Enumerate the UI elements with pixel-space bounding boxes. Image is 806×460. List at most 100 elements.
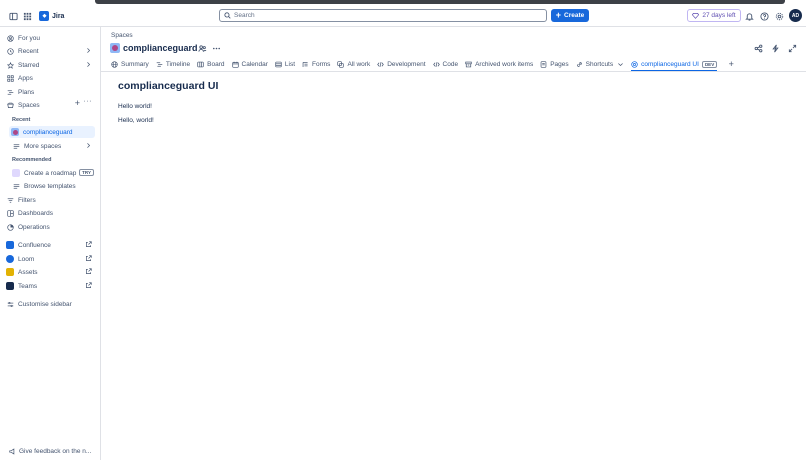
sidebar-space-complianceguard[interactable]: complianceguard <box>9 126 95 138</box>
sidebar-section-recent: Recent <box>12 117 31 123</box>
external-link-icon <box>86 268 92 274</box>
calendar-icon <box>231 61 239 68</box>
tab-board[interactable]: Board <box>197 57 225 71</box>
plus-icon: + <box>555 10 562 20</box>
tab-pages[interactable]: Pages <box>540 57 569 71</box>
sidebar-toggle-icon[interactable] <box>7 10 19 22</box>
tab-label: Shortcuts <box>585 60 614 68</box>
give-feedback-button[interactable]: Give feedback on the n... <box>9 445 97 457</box>
tab-shortcuts[interactable]: Shortcuts <box>576 57 624 71</box>
user-circle-icon <box>6 34 14 42</box>
sidebar-item-label: Spaces <box>18 101 40 109</box>
tab-complianceguard-ui[interactable]: complianceguard UI DEV <box>631 57 718 72</box>
tab-label: complianceguard UI <box>641 60 699 68</box>
tab-archived-work-items[interactable]: Archived work items <box>465 57 533 71</box>
globe-icon <box>111 60 118 68</box>
trial-badge-button[interactable]: 27 days left <box>687 9 741 22</box>
pages-icon <box>540 60 547 68</box>
team-icon[interactable] <box>197 43 207 53</box>
sidebar-item-recent[interactable]: Recent <box>6 45 96 57</box>
settings-gear-icon[interactable] <box>773 10 785 22</box>
confluence-icon <box>6 241 14 249</box>
more-actions-icon[interactable] <box>211 43 221 53</box>
project-tabs: Summary Timeline Board Calendar List For… <box>111 57 736 72</box>
add-tab-icon[interactable]: + <box>726 59 736 69</box>
tab-code[interactable]: Code <box>432 57 459 71</box>
create-button[interactable]: + Create <box>551 9 589 22</box>
try-badge: TRY <box>79 169 94 176</box>
spaces-icon <box>6 101 14 109</box>
loom-icon <box>6 255 14 263</box>
gem-icon <box>692 13 700 19</box>
tab-label: Pages <box>550 60 569 68</box>
sidebar-item-label: Starred <box>18 61 40 69</box>
add-space-icon[interactable]: + <box>75 98 80 108</box>
space-avatar-icon <box>11 128 19 136</box>
tab-summary[interactable]: Summary <box>111 57 149 71</box>
share-icon[interactable] <box>752 42 764 54</box>
sidebar-item-more-spaces[interactable]: More spaces <box>12 140 96 152</box>
link-icon <box>576 61 582 67</box>
tab-development[interactable]: Development <box>377 57 426 71</box>
all-work-icon <box>337 60 345 68</box>
clock-icon <box>6 47 14 55</box>
apps-icon <box>6 74 14 82</box>
sidebar-app-assets[interactable]: Assets <box>6 266 96 278</box>
sidebar-item-label: Customise sidebar <box>18 300 72 308</box>
external-link-icon <box>86 255 92 261</box>
sidebar-item-create-roadmap[interactable]: Create a roadmap TRY <box>12 167 96 179</box>
tab-divider <box>101 71 806 72</box>
notifications-bell-icon[interactable] <box>743 10 755 22</box>
breadcrumb[interactable]: Spaces <box>111 32 133 39</box>
tab-list[interactable]: List <box>275 57 295 71</box>
search-input[interactable] <box>234 12 534 19</box>
tab-label: Summary <box>121 60 149 68</box>
tab-label: Timeline <box>165 60 191 68</box>
more-icon[interactable]: ··· <box>84 98 93 105</box>
tab-label: Calendar <box>241 60 268 68</box>
tab-calendar[interactable]: Calendar <box>231 57 268 71</box>
sidebar-item-spaces[interactable]: Spaces + ··· <box>6 98 96 111</box>
sidebar-item-starred[interactable]: Starred <box>6 59 96 71</box>
code-icon <box>432 61 440 67</box>
app-switcher-icon[interactable] <box>21 10 33 22</box>
search-box[interactable] <box>219 9 547 22</box>
sidebar-item-operations[interactable]: Operations <box>6 221 96 233</box>
user-avatar[interactable]: AD <box>789 9 802 22</box>
teams-icon <box>6 282 14 290</box>
chevron-down-icon <box>618 62 623 66</box>
plans-icon <box>6 88 14 96</box>
tab-label: Code <box>442 60 459 68</box>
tab-forms[interactable]: Forms <box>302 57 330 71</box>
jira-logo[interactable]: Jira <box>39 11 64 21</box>
development-icon <box>377 61 384 67</box>
help-icon[interactable] <box>758 10 770 22</box>
archive-icon <box>465 61 472 67</box>
content-text-line: Hello world! <box>118 103 152 110</box>
sidebar-item-plans[interactable]: Plans <box>6 86 96 98</box>
sidebar-app-confluence[interactable]: Confluence <box>6 239 96 251</box>
tab-label: All work <box>347 60 371 68</box>
sidebar-item-filters[interactable]: Filters <box>6 194 96 206</box>
sidebar-item-customise[interactable]: Customise sidebar <box>6 298 96 310</box>
sidebar: For you Recent Starred Apps Plans Spaces… <box>0 27 101 460</box>
automation-lightning-icon[interactable] <box>769 42 781 54</box>
external-link-icon <box>86 241 92 247</box>
sidebar-item-browse-templates[interactable]: Browse templates <box>12 180 96 192</box>
dev-badge: DEV <box>701 60 718 68</box>
sidebar-app-teams[interactable]: Teams <box>6 280 96 292</box>
tab-timeline[interactable]: Timeline <box>156 57 190 71</box>
list-icon <box>275 61 282 67</box>
sidebar-app-loom[interactable]: Loom <box>6 253 96 265</box>
tab-label: Board <box>207 60 225 68</box>
fullscreen-icon[interactable] <box>786 42 798 54</box>
list-icon <box>12 142 20 150</box>
sidebar-item-dashboards[interactable]: Dashboards <box>6 207 96 219</box>
sidebar-item-apps[interactable]: Apps <box>6 72 96 84</box>
templates-icon <box>12 182 20 190</box>
tab-all-work[interactable]: All work <box>337 57 370 71</box>
tab-label: Forms <box>312 60 331 68</box>
sidebar-item-for-you[interactable]: For you <box>6 32 96 44</box>
tab-label: Archived work items <box>475 60 534 68</box>
board-icon <box>197 61 204 67</box>
